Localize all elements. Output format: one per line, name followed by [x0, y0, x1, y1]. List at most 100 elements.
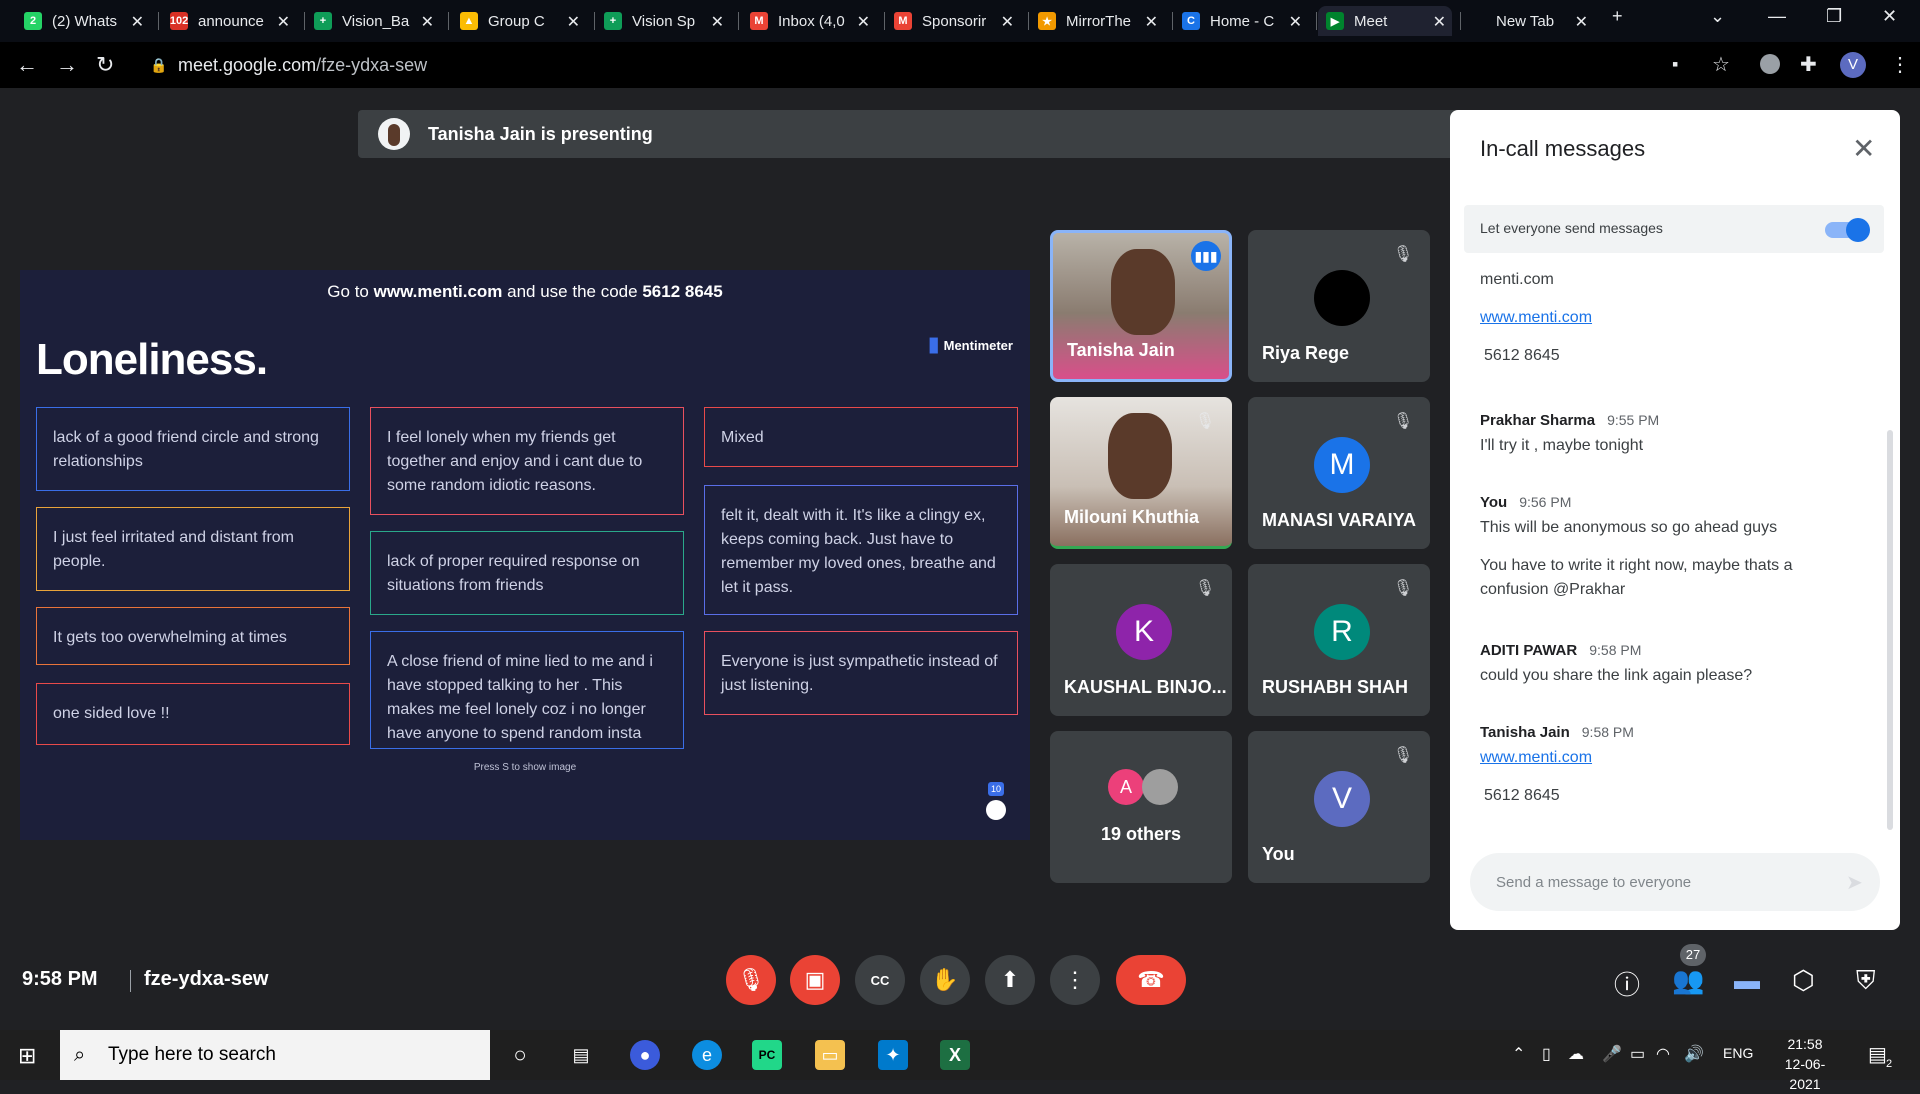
- browser-tab[interactable]: ★ MirrorThe ✕: [1030, 6, 1164, 36]
- notification-count: 2: [1886, 1058, 1893, 1070]
- info-icon[interactable]: ⓘ: [1614, 965, 1640, 1002]
- wifi-icon[interactable]: ◠: [1656, 1044, 1670, 1064]
- message-link[interactable]: www.menti.com: [1480, 746, 1840, 770]
- pycharm-taskbar-icon[interactable]: PC: [752, 1040, 782, 1070]
- participant-tile[interactable]: ▮▮▮ Tanisha Jain: [1050, 230, 1232, 382]
- cortana-icon[interactable]: ○: [505, 1040, 535, 1070]
- toggle-label: Let everyone send messages: [1480, 220, 1663, 236]
- raise-hand-button[interactable]: ✋: [920, 955, 970, 1005]
- chrome-taskbar-icon[interactable]: ●: [630, 1040, 660, 1070]
- browser-tab[interactable]: New Tab ✕: [1460, 6, 1594, 36]
- mic-off-icon: 🎙: [1392, 580, 1414, 597]
- tray-chevron-icon[interactable]: ⌃: [1512, 1044, 1525, 1064]
- browser-tab[interactable]: + Vision Sp ✕: [596, 6, 730, 36]
- participant-tile[interactable]: 🎙 Milouni Khuthia: [1050, 397, 1232, 549]
- new-tab-button[interactable]: +: [1612, 6, 1623, 27]
- tab-close-icon[interactable]: ✕: [711, 12, 724, 32]
- onedrive-icon[interactable]: ☁: [1568, 1044, 1584, 1064]
- captions-button[interactable]: CC: [855, 955, 905, 1005]
- toggle-knob[interactable]: [1846, 218, 1870, 242]
- vscode-taskbar-icon[interactable]: ✦: [878, 1040, 908, 1070]
- avatar: [1142, 769, 1178, 805]
- camera-off-button[interactable]: ▣: [790, 955, 840, 1005]
- back-icon[interactable]: ←: [16, 52, 38, 78]
- instr-middle: and use the code: [507, 282, 638, 301]
- tab-close-icon[interactable]: ✕: [277, 12, 290, 32]
- extension-icon[interactable]: [1760, 54, 1780, 74]
- tab-favicon-icon: M: [894, 12, 912, 30]
- bookmark-star-icon[interactable]: ☆: [1712, 52, 1730, 77]
- tab-close-icon[interactable]: ✕: [1289, 12, 1302, 32]
- avatar: K: [1116, 604, 1172, 660]
- participant-tile[interactable]: 🎙 Riya Rege: [1248, 230, 1430, 382]
- camera-icon[interactable]: ▪: [1672, 54, 1678, 75]
- chat-scrollbar[interactable]: [1887, 430, 1893, 830]
- extensions-puzzle-icon[interactable]: ✚: [1800, 52, 1817, 77]
- tray-time: 21:58: [1787, 1036, 1823, 1052]
- response-count-badge: 10: [988, 782, 1004, 796]
- close-window-button[interactable]: ✕: [1882, 6, 1897, 27]
- browser-menu-icon[interactable]: ⋮: [1890, 52, 1910, 77]
- task-view-icon[interactable]: ▤: [566, 1040, 596, 1070]
- end-call-button[interactable]: ☎: [1116, 955, 1186, 1005]
- send-icon[interactable]: ➤: [1846, 870, 1863, 895]
- browser-tab[interactable]: 102 announce ✕: [162, 6, 296, 36]
- volume-icon[interactable]: 🔊: [1684, 1044, 1704, 1064]
- browser-tab[interactable]: + Vision_Ba ✕: [306, 6, 440, 36]
- participant-tile[interactable]: R 🎙 RUSHABH SHAH: [1248, 564, 1430, 716]
- browser-tab[interactable]: ▲ Group C ✕: [452, 6, 586, 36]
- response-card: lack of a good friend circle and strong …: [36, 407, 350, 491]
- tab-close-icon[interactable]: ✕: [567, 12, 580, 32]
- browser-tab[interactable]: ▶ Meet ✕: [1318, 6, 1452, 36]
- mic-off-button[interactable]: 🎙: [726, 955, 776, 1005]
- tab-separator: [304, 12, 305, 30]
- tab-close-icon[interactable]: ✕: [421, 12, 434, 32]
- browser-tab[interactable]: C Home - C ✕: [1174, 6, 1308, 36]
- close-icon[interactable]: ✕: [1852, 132, 1875, 165]
- tab-separator: [1028, 12, 1029, 30]
- tab-title: Inbox (4,0: [778, 12, 845, 30]
- tab-close-icon[interactable]: ✕: [1145, 12, 1158, 32]
- tab-title: Home - C: [1210, 12, 1275, 30]
- notifications-icon[interactable]: ▤: [1868, 1042, 1887, 1067]
- more-options-button[interactable]: ⋮: [1050, 955, 1100, 1005]
- tab-separator: [448, 12, 449, 30]
- profile-avatar[interactable]: V: [1840, 52, 1866, 78]
- people-icon[interactable]: 👥: [1672, 965, 1704, 996]
- tray-mic-icon[interactable]: 🎤: [1602, 1044, 1622, 1064]
- tray-device-icon[interactable]: ▯: [1542, 1044, 1551, 1064]
- file-explorer-icon[interactable]: ▭: [815, 1040, 845, 1070]
- tab-close-icon[interactable]: ✕: [1575, 12, 1588, 32]
- windows-start-icon[interactable]: ⊞: [18, 1043, 36, 1069]
- chat-icon[interactable]: ▬: [1734, 965, 1760, 996]
- tab-close-icon[interactable]: ✕: [131, 12, 144, 32]
- tray-clock[interactable]: 21:58 12-06-2021: [1770, 1034, 1840, 1094]
- tray-language[interactable]: ENG: [1723, 1045, 1753, 1061]
- presenting-banner: Tanisha Jain is presenting: [358, 110, 1458, 158]
- browser-tab[interactable]: 2 (2) Whats ✕: [16, 6, 150, 36]
- tab-close-icon[interactable]: ✕: [1001, 12, 1014, 32]
- edge-taskbar-icon[interactable]: e: [692, 1040, 722, 1070]
- participant-tile[interactable]: A 19 others: [1050, 731, 1232, 883]
- lock-icon[interactable]: 🔒: [150, 57, 167, 74]
- forward-icon[interactable]: →: [56, 52, 78, 78]
- battery-icon[interactable]: ▭: [1630, 1044, 1645, 1064]
- url-text[interactable]: meet.google.com/fze-ydxa-sew: [178, 55, 427, 76]
- browser-tab[interactable]: M Inbox (4,0 ✕: [742, 6, 876, 36]
- excel-taskbar-icon[interactable]: X: [940, 1040, 970, 1070]
- tab-close-icon[interactable]: ✕: [857, 12, 870, 32]
- present-now-button[interactable]: ⬆: [985, 955, 1035, 1005]
- maximize-button[interactable]: ❐: [1826, 6, 1842, 27]
- activities-icon[interactable]: ⬡: [1792, 965, 1815, 996]
- browser-tab[interactable]: M Sponsorir ✕: [886, 6, 1020, 36]
- participant-tile[interactable]: K 🎙 KAUSHAL BINJO...: [1050, 564, 1232, 716]
- tab-close-icon[interactable]: ✕: [1433, 12, 1446, 32]
- participant-tile[interactable]: M 🎙 MANASI VARAIYA: [1248, 397, 1430, 549]
- minimize-button[interactable]: —: [1768, 6, 1786, 27]
- host-controls-icon[interactable]: ⛨: [1856, 965, 1876, 997]
- participant-tile[interactable]: V 🎙 You: [1248, 731, 1430, 883]
- reload-icon[interactable]: ↻: [96, 52, 114, 78]
- tab-search-icon[interactable]: ⌄: [1710, 6, 1725, 27]
- message-link[interactable]: www.menti.com: [1480, 306, 1840, 330]
- sender-name: Prakhar Sharma: [1480, 412, 1596, 429]
